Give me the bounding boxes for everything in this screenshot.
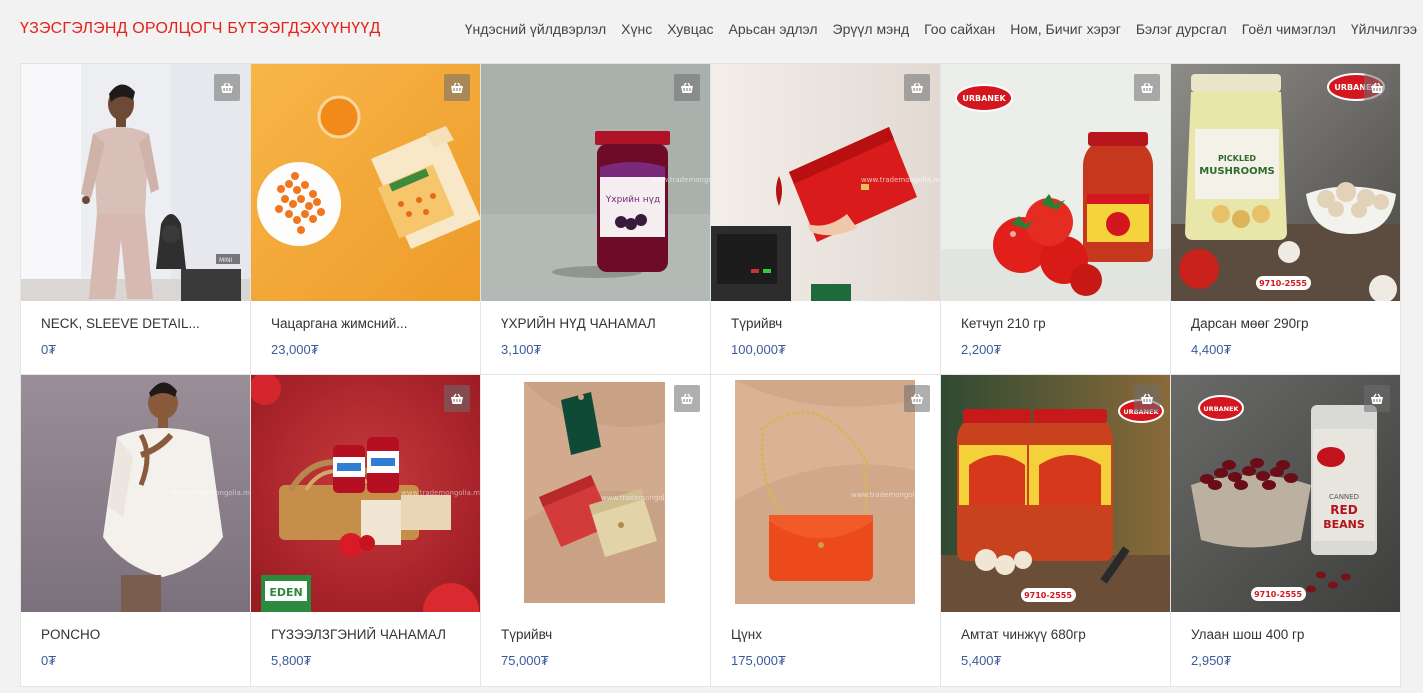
watermark: www.trademongolia.mn: [851, 491, 934, 499]
add-to-cart-button[interactable]: [904, 74, 930, 101]
product-name[interactable]: Кетчуп 210 гр: [961, 316, 1046, 331]
product-price: 3,100₮: [501, 342, 542, 357]
phone-badge: 9710-2555: [1259, 279, 1307, 288]
add-to-cart-button[interactable]: [444, 74, 470, 101]
product-price: 2,200₮: [961, 342, 1002, 357]
product-price: 0₮: [41, 342, 57, 357]
product-card[interactable]: EDEN www.trademongolia.mn ГҮЗЭЭЛЗГЭНИЙ Ч…: [251, 375, 480, 686]
product-card[interactable]: www.trademongolia.mn PONCHO 0₮: [21, 375, 250, 686]
nav-item-books-stationery[interactable]: Ном, Бичиг хэрэг: [1010, 21, 1121, 37]
basket-icon: [681, 393, 693, 404]
add-to-cart-button[interactable]: [1134, 385, 1160, 412]
watermark: www.trademongolia.mn: [601, 494, 684, 502]
product-price: 0₮: [41, 653, 57, 668]
product-price: 2,950₮: [1191, 653, 1232, 668]
add-to-cart-button[interactable]: [1134, 74, 1160, 101]
mini-label: MINI: [219, 257, 232, 264]
product-name[interactable]: Цүнх: [731, 627, 762, 642]
product-name[interactable]: PONCHO: [41, 627, 100, 642]
nav-item-beauty[interactable]: Гоо сайхан: [924, 21, 995, 37]
watermark: www.trademongolia.mn: [651, 176, 710, 184]
product-card[interactable]: URBANEK 9710-2555 Амтат чинжүү 680гр 5,4…: [941, 375, 1170, 686]
nav-item-clothing[interactable]: Хувцас: [667, 21, 713, 37]
add-to-cart-button[interactable]: [444, 385, 470, 412]
add-to-cart-button[interactable]: [1364, 74, 1390, 101]
site-header: ҮЗЭСГЭЛЭНД ОРОЛЦОГЧ БҮТЭЭГДЭХҮҮНҮҮД Үндэ…: [0, 0, 1423, 62]
page-title: ҮЗЭСГЭЛЭНД ОРОЛЦОГЧ БҮТЭЭГДЭХҮҮНҮҮД: [20, 20, 381, 37]
basket-icon: [1141, 393, 1153, 404]
nav-item-services[interactable]: Үйлчилгээ: [1351, 21, 1417, 37]
product-name[interactable]: Чацаргана жимсний...: [271, 316, 408, 331]
product-card[interactable]: PICKLED MUSHROOMS URBANEK 9710-2555 Дарс…: [1171, 64, 1400, 374]
eden-logo: EDEN: [269, 586, 302, 599]
nav-item-national-production[interactable]: Үндэсний үйлдвэрлэл: [465, 21, 606, 37]
urbanek-logo: URBANEK: [1203, 405, 1239, 413]
product-price: 100,000₮: [731, 342, 786, 357]
basket-icon: [451, 82, 463, 93]
basket-icon: [911, 82, 923, 93]
product-card[interactable]: Чацаргана жимсний... 23,000₮: [251, 64, 480, 374]
basket-icon: [221, 82, 233, 93]
category-nav: Үндэсний үйлдвэрлэл Хүнс Хувцас Арьсан э…: [465, 21, 1417, 37]
watermark: www.trademongolia.mn: [861, 176, 940, 184]
product-name[interactable]: NECK, SLEEVE DETAIL...: [41, 316, 200, 331]
product-card[interactable]: URBANEK Кетчуп 210 гр 2,200₮: [941, 64, 1170, 374]
product-card[interactable]: www.trademongolia.mn Түрийвч 75,000₮: [481, 375, 710, 686]
basket-icon: [681, 82, 693, 93]
phone-badge: 9710-2555: [1254, 590, 1302, 599]
nav-item-jewelry[interactable]: Гоёл чимэглэл: [1242, 21, 1336, 37]
watermark: www.trademongolia.mn: [401, 489, 480, 497]
add-to-cart-button[interactable]: [214, 74, 240, 101]
product-card[interactable]: Үхрийн нүд www.trademongolia.mn ҮХРИЙН Н…: [481, 64, 710, 374]
nav-item-food[interactable]: Хүнс: [621, 21, 652, 37]
basket-icon: [1371, 393, 1383, 404]
product-grid: MINI NECK, SLEEVE DETAIL... 0₮ Чацаргана…: [20, 63, 1401, 687]
basket-icon: [1141, 82, 1153, 93]
product-price: 23,000₮: [271, 342, 319, 357]
nav-item-leather-goods[interactable]: Арьсан эдлэл: [729, 21, 818, 37]
beans-label-1: CANNED: [1329, 493, 1359, 501]
product-name[interactable]: Түрийвч: [731, 316, 782, 331]
nav-item-health[interactable]: Эрүүл мэнд: [833, 21, 910, 37]
basket-icon: [451, 393, 463, 404]
product-card[interactable]: MINI NECK, SLEEVE DETAIL... 0₮: [21, 64, 250, 374]
product-price: 75,000₮: [501, 653, 549, 668]
product-price: 175,000₮: [731, 653, 786, 668]
jar-label: Үхрийн нүд: [605, 195, 660, 205]
add-to-cart-button[interactable]: [674, 74, 700, 101]
phone-badge: 9710-2555: [1024, 591, 1072, 600]
basket-icon: [1371, 82, 1383, 93]
product-card[interactable]: www.trademongolia.mn Цүнх 175,000₮: [711, 375, 940, 686]
product-card[interactable]: www.trademongolia.mn Түрийвч 100,000₮: [711, 64, 940, 374]
product-name[interactable]: Амтат чинжүү 680гр: [961, 627, 1086, 642]
product-image[interactable]: www.trademongolia.mn: [21, 375, 250, 612]
product-card[interactable]: URBANEK CANNED RED BEANS 9710-2555 Улаан…: [1171, 375, 1400, 686]
product-name[interactable]: ГҮЗЭЭЛЗГЭНИЙ ЧАНАМАЛ: [271, 627, 446, 642]
urbanek-logo: URBANEK: [962, 94, 1006, 103]
beans-label-3: BEANS: [1323, 518, 1365, 531]
beans-label-2: RED: [1330, 503, 1357, 517]
product-price: 5,800₮: [271, 653, 312, 668]
mushroom-label-2: MUSHROOMS: [1199, 166, 1275, 177]
product-name[interactable]: ҮХРИЙН НҮД ЧАНАМАЛ: [501, 316, 656, 331]
add-to-cart-button[interactable]: [904, 385, 930, 412]
mushroom-label-1: PICKLED: [1218, 154, 1256, 163]
basket-icon: [911, 393, 923, 404]
add-to-cart-button[interactable]: [1364, 385, 1390, 412]
add-to-cart-button[interactable]: [674, 385, 700, 412]
product-name[interactable]: Улаан шош 400 гр: [1191, 627, 1304, 642]
product-price: 4,400₮: [1191, 342, 1232, 357]
product-name[interactable]: Дарсан мөөг 290гр: [1191, 316, 1309, 331]
product-price: 5,400₮: [961, 653, 1002, 668]
nav-item-souvenirs[interactable]: Бэлэг дурсгал: [1136, 21, 1227, 37]
watermark: www.trademongolia.mn: [171, 489, 250, 497]
product-name[interactable]: Түрийвч: [501, 627, 552, 642]
